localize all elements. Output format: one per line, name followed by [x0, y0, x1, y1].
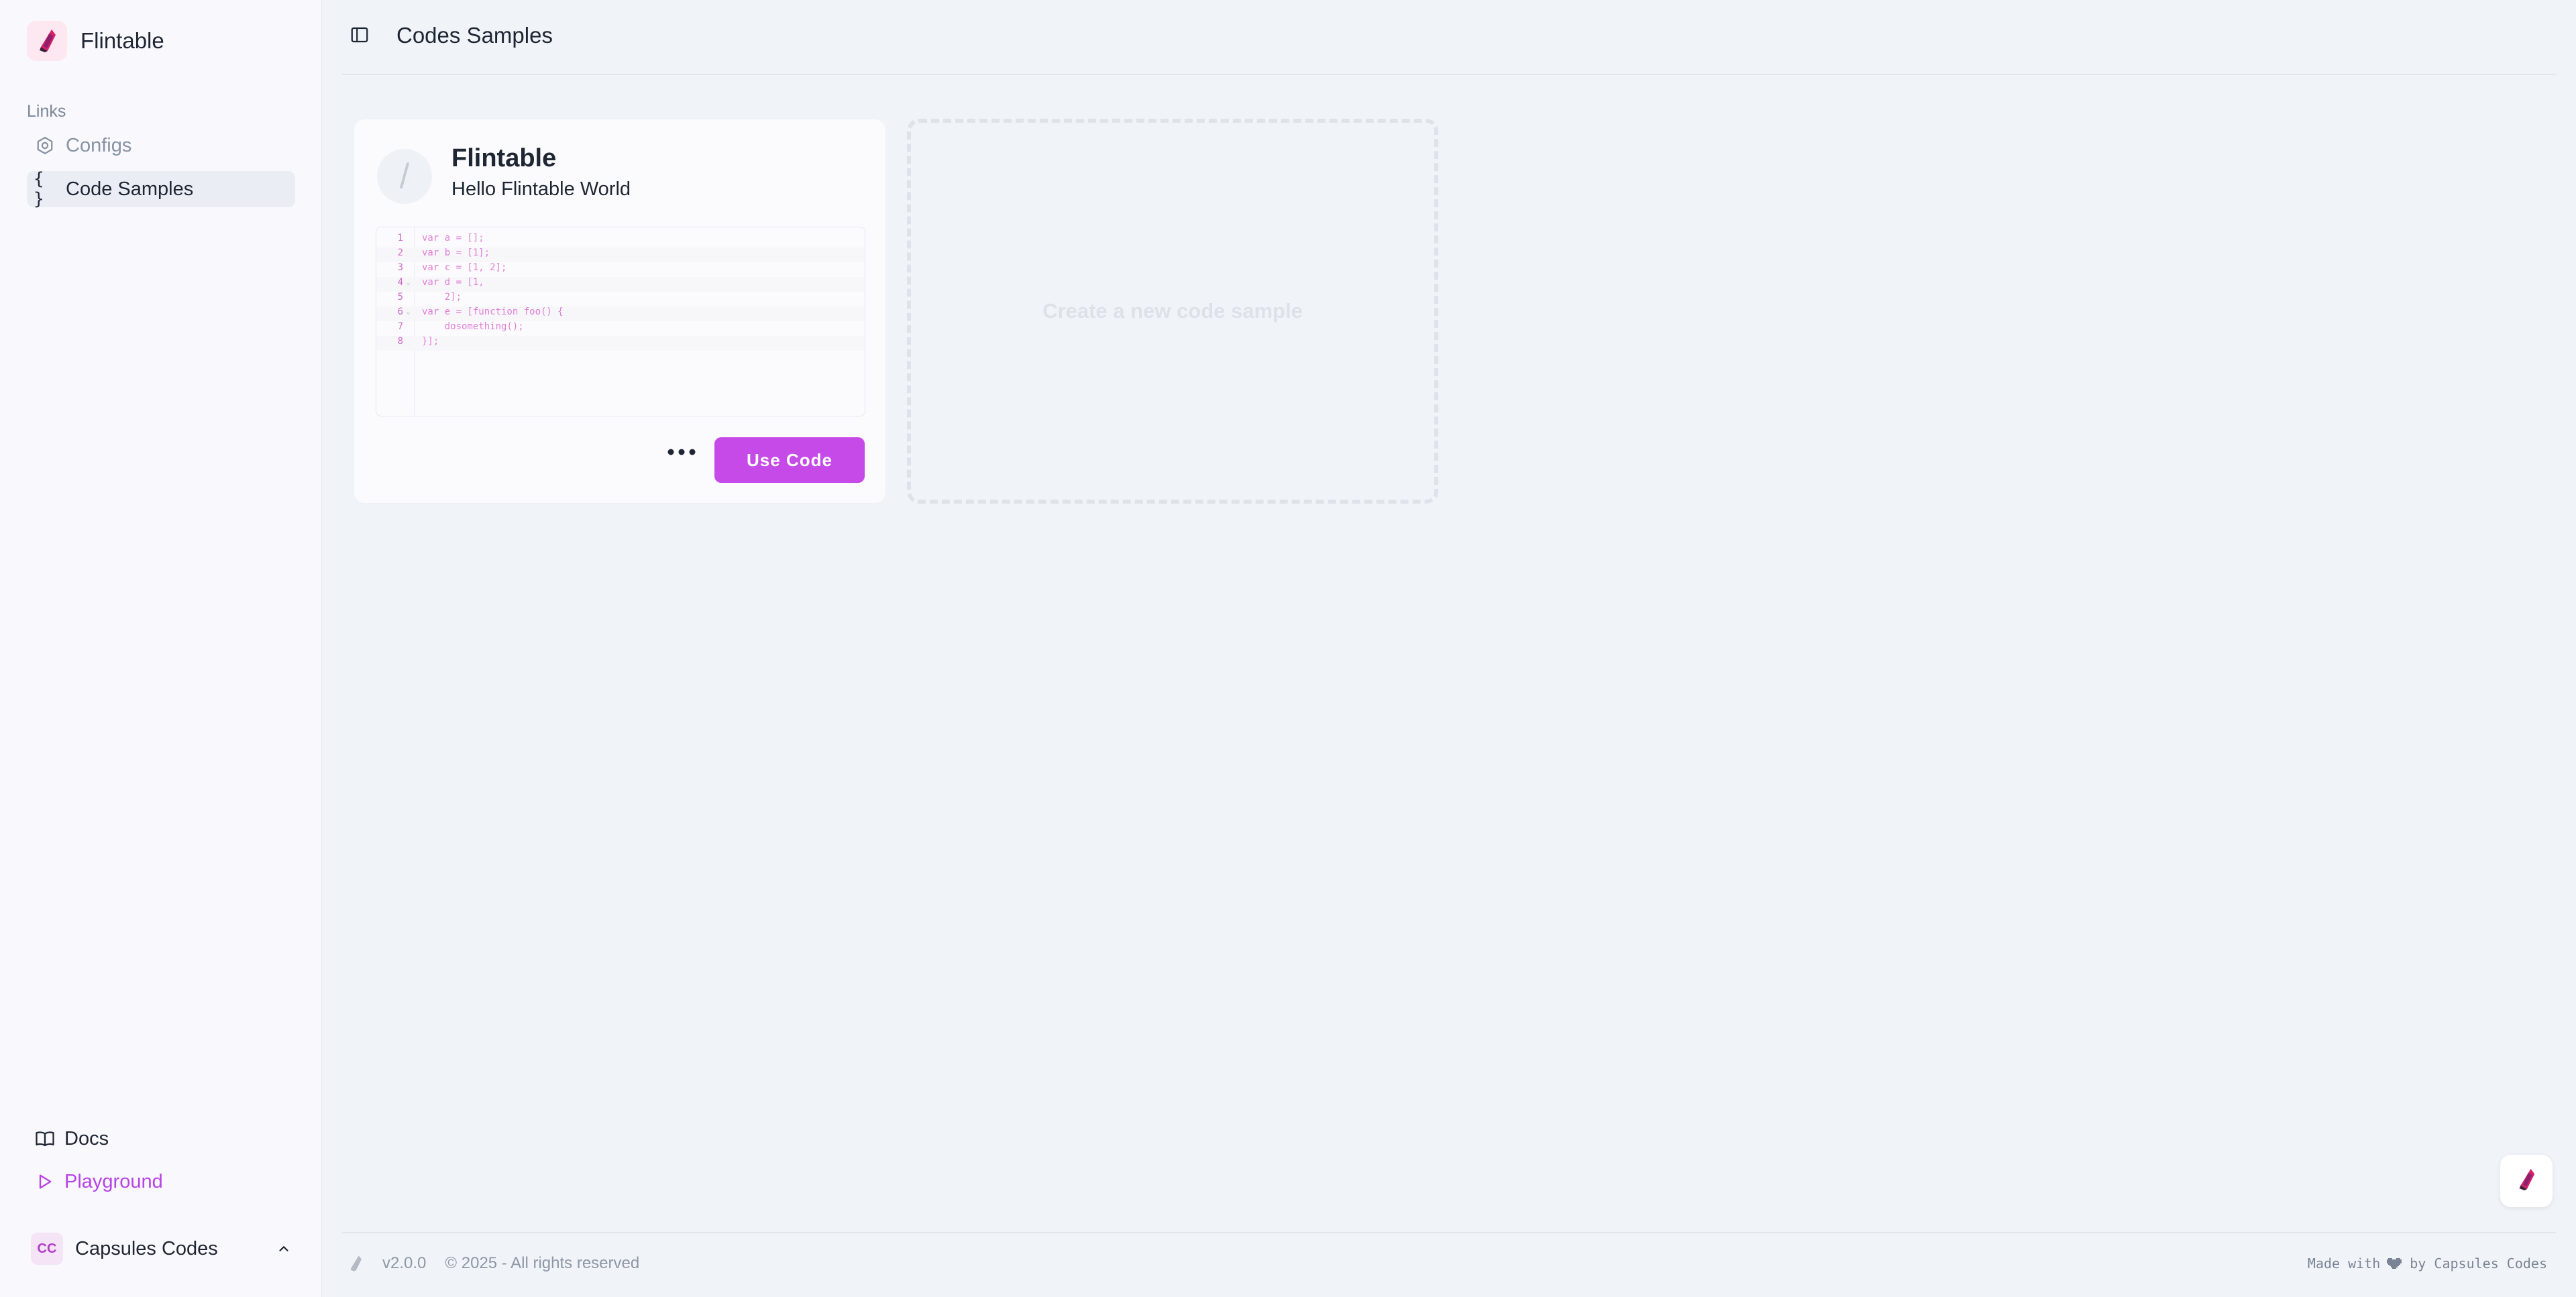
- code-line: 3 var c = [1, 2];: [376, 262, 865, 277]
- code-text: var e = [function foo() {: [422, 306, 564, 317]
- sidebar-toggle-button[interactable]: [346, 23, 373, 50]
- sidebar-item-label: Code Samples: [66, 178, 194, 200]
- create-code-sample-card[interactable]: Create a new code sample: [907, 119, 1438, 504]
- code-line: 5 2];: [376, 292, 865, 306]
- sidebar-toggle-icon: [350, 25, 370, 48]
- playground-link[interactable]: Playground: [34, 1166, 163, 1198]
- fold-marker[interactable]: ⌄: [406, 306, 411, 316]
- line-number: 1: [397, 233, 403, 243]
- code-line: 4 ⌄ var d = [1,: [376, 277, 865, 292]
- line-number: 4: [397, 277, 403, 288]
- card-avatar: /: [377, 149, 432, 204]
- more-options-button[interactable]: [663, 440, 700, 467]
- docs-link[interactable]: Docs: [34, 1123, 109, 1155]
- gear-icon: [34, 134, 56, 157]
- code-line: 1 var a = [];: [376, 233, 865, 247]
- header-divider: [342, 74, 2556, 75]
- brand-name: Flintable: [80, 28, 164, 53]
- line-number: 2: [397, 247, 403, 258]
- code-text: var c = [1, 2];: [422, 262, 507, 273]
- use-code-button[interactable]: Use Code: [714, 437, 865, 483]
- ellipsis-icon: [667, 447, 696, 459]
- card-subtitle: Hello Flintable World: [451, 178, 631, 200]
- code-text: var a = [];: [422, 233, 484, 243]
- pixel-heart-icon: [2387, 1256, 2403, 1271]
- flintable-logo-icon: [2516, 1168, 2537, 1195]
- line-number: 5: [397, 292, 403, 302]
- code-line: 8 }];: [376, 336, 865, 351]
- code-text: var d = [1,: [422, 277, 484, 288]
- sidebar: Flintable Links Configs { } Code Samples…: [0, 0, 322, 1297]
- code-text: 2];: [422, 292, 462, 302]
- playground-label: Playground: [64, 1170, 163, 1192]
- sidebar-item-label: Configs: [66, 134, 132, 156]
- brand[interactable]: Flintable: [27, 21, 164, 61]
- flintable-logo-icon: [27, 21, 67, 61]
- user-name: Capsules Codes: [75, 1237, 218, 1259]
- copyright-text: © 2025 - All rights reserved: [445, 1254, 640, 1272]
- play-icon: [34, 1170, 56, 1193]
- avatar: CC: [31, 1233, 63, 1265]
- footer-divider: [342, 1232, 2556, 1233]
- fold-marker[interactable]: ⌄: [406, 277, 411, 286]
- code-text: dosomething();: [422, 321, 524, 332]
- by-capsules-codes-link[interactable]: by Capsules Codes: [2410, 1255, 2547, 1272]
- sidebar-item-configs[interactable]: Configs: [27, 127, 295, 164]
- docs-label: Docs: [64, 1127, 109, 1149]
- section-label-links: Links: [27, 102, 66, 121]
- line-number: 6: [397, 306, 403, 317]
- sidebar-item-code-samples[interactable]: { } Code Samples: [27, 169, 295, 209]
- code-line: 6 ⌄ var e = [function foo() {: [376, 306, 865, 321]
- code-text: }];: [422, 336, 439, 347]
- line-number: 3: [397, 262, 403, 273]
- code-preview[interactable]: 1 var a = []; 2 var b = [1]; 3 var c = […: [376, 227, 865, 416]
- chevron-up-icon[interactable]: [272, 1237, 295, 1260]
- braces-icon: { }: [34, 169, 44, 209]
- floating-logo-button[interactable]: [2500, 1155, 2553, 1207]
- flintable-mono-logo-icon: [347, 1254, 366, 1273]
- footer-left: v2.0.0 © 2025 - All rights reserved: [347, 1254, 658, 1273]
- code-line: 7 dosomething();: [376, 321, 865, 336]
- card-title: Flintable: [451, 144, 557, 172]
- code-line: 2 var b = [1];: [376, 247, 865, 262]
- made-with-text: Made with: [2307, 1255, 2381, 1272]
- version-text: v2.0.0: [382, 1254, 427, 1272]
- page-title: Codes Samples: [396, 23, 553, 48]
- code-sample-card: / Flintable Hello Flintable World 1 var …: [354, 119, 886, 504]
- book-icon: [34, 1127, 56, 1150]
- line-number: 8: [397, 336, 403, 347]
- footer-right: Made with by Capsules Codes: [2308, 1255, 2547, 1272]
- create-code-sample-label: Create a new code sample: [1042, 299, 1303, 323]
- user-menu[interactable]: CC Capsules Codes: [31, 1230, 295, 1267]
- code-text: var b = [1];: [422, 247, 490, 258]
- line-number: 7: [397, 321, 403, 332]
